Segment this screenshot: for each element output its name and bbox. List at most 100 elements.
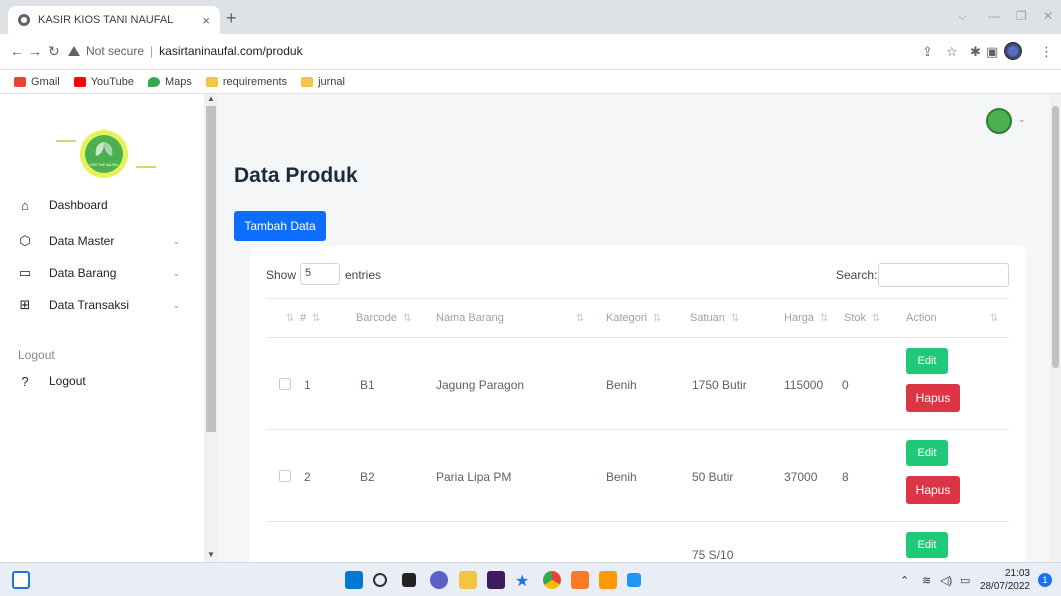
column-header-no[interactable]: # ⇅ [300, 312, 321, 324]
share-icon[interactable]: ⇪ [922, 44, 933, 60]
sidebar-section-heading: Logout [18, 348, 55, 362]
forward-icon[interactable]: → [28, 43, 42, 59]
cell-satuan: 1750 Butir [692, 378, 747, 392]
card-icon: ▭ [18, 265, 32, 280]
star-app-icon[interactable]: ★ [515, 571, 533, 590]
column-sort-icon[interactable]: ⇅ [990, 312, 998, 324]
table-row: 75 S/10 Edit [266, 522, 1009, 562]
scroll-up-icon[interactable]: ▲ [207, 94, 215, 103]
minimize-icon[interactable]: — [988, 9, 1000, 23]
cell-kategori: Benih [606, 470, 637, 484]
sidebar: KIOS TANI NAUFAL ⌂ Dashboard ⬡ Data Mast… [0, 94, 204, 562]
table-row: 1 B1 Jagung Paragon Benih 1750 Butir 115… [266, 338, 1009, 430]
cell-barcode: B2 [360, 470, 375, 484]
column-header-kategori[interactable]: Kategori ⇅ [606, 312, 661, 324]
url-text: kasirtaninaufal.com/produk [159, 44, 303, 58]
widgets-icon[interactable] [12, 571, 30, 589]
close-window-icon[interactable]: ✕ [1043, 9, 1053, 23]
column-header-action[interactable]: Action [906, 312, 937, 324]
sidebar-scrollbar[interactable]: ▲ ▼ [204, 94, 218, 562]
delete-button[interactable]: Hapus [906, 476, 960, 504]
bookmark-jurnal[interactable]: jurnal [301, 76, 345, 88]
notification-badge[interactable]: 1 [1038, 573, 1052, 587]
scroll-down-icon[interactable]: ▼ [207, 550, 215, 559]
not-secure-label: Not secure [86, 44, 145, 58]
tray-chevron-icon[interactable]: ⌃ [900, 574, 909, 587]
chevron-down-icon: ⌄ [172, 235, 180, 246]
bookmark-youtube[interactable]: YouTube [73, 76, 134, 88]
cell-harga: 37000 [784, 470, 818, 484]
column-sort-icon[interactable]: ⇅ [576, 312, 584, 324]
entries-select[interactable]: 5 [300, 263, 340, 285]
address-bar[interactable]: Not secure | kasirtaninaufal.com/produk [68, 39, 888, 63]
column-header-satuan[interactable]: Satuan ⇅ [690, 312, 739, 324]
column-header-nama-barang[interactable]: Nama Barang [436, 312, 504, 324]
column-header-stok[interactable]: Stok ⇅ [844, 312, 880, 324]
user-avatar[interactable] [986, 108, 1012, 134]
chevron-down-icon[interactable]: ⌄ [1018, 114, 1026, 125]
bookmark-star-icon[interactable]: ☆ [946, 44, 958, 60]
app-icon[interactable] [627, 573, 641, 587]
sidebar-item-dashboard[interactable]: ⌂ Dashboard [18, 194, 188, 216]
bookmark-requirements[interactable]: requirements [205, 76, 287, 88]
file-explorer-icon[interactable] [459, 571, 477, 589]
restore-icon[interactable]: ❐ [1016, 9, 1027, 23]
warning-icon [68, 46, 80, 56]
volume-icon[interactable]: ◁) [940, 574, 952, 587]
youtube-icon [73, 76, 86, 87]
table-header: ⇅ # ⇅ Barcode ⇅ Nama Barang ⇅ Kategori ⇅ Sa… [266, 298, 1009, 338]
wifi-icon[interactable]: ≋ [922, 574, 931, 587]
page-scroll-thumb[interactable] [1052, 106, 1059, 368]
gmail-icon [14, 76, 26, 87]
clock-time: 21:03 [1004, 568, 1030, 579]
sidebar-item-data-transaksi[interactable]: ⊞ Data Transaksi ⌄ [18, 294, 188, 316]
reload-icon[interactable]: ↻ [48, 43, 60, 60]
edit-button[interactable]: Edit [906, 532, 948, 558]
start-icon[interactable] [345, 571, 363, 589]
row-checkbox[interactable] [279, 470, 291, 482]
sublime-icon[interactable] [599, 571, 617, 589]
search-icon[interactable] [373, 573, 387, 587]
clock[interactable]: 21:03 28/07/2022 [978, 567, 1030, 593]
profile-avatar-icon[interactable] [1004, 42, 1022, 60]
cell-no: 1 [304, 378, 311, 392]
cell-nama-barang: Paria Lipa PM [436, 470, 512, 484]
task-view-icon[interactable] [402, 573, 416, 587]
sidebar-item-logout[interactable]: ? Logout [18, 370, 188, 392]
menu-kebab-icon[interactable]: ⋮ [1040, 44, 1053, 60]
back-icon[interactable]: ← [10, 43, 24, 59]
browser-tab[interactable]: KASIR KIOS TANI NAUFAL × [8, 6, 220, 34]
bookmark-maps[interactable]: Maps [147, 76, 192, 88]
chrome-icon[interactable] [543, 571, 561, 589]
delete-button[interactable]: Hapus [906, 384, 960, 412]
browser-tabbar: KASIR KIOS TANI NAUFAL × + ⌵ — ❐ ✕ [0, 0, 1061, 34]
cell-harga: 115000 [784, 378, 824, 392]
new-tab-button[interactable]: + [226, 8, 237, 29]
edit-button[interactable]: Edit [906, 348, 948, 374]
bookmark-gmail[interactable]: Gmail [14, 76, 60, 88]
sidebar-scroll-thumb[interactable] [206, 106, 216, 432]
kios-tani-logo[interactable]: KIOS TANI NAUFAL [56, 124, 156, 184]
extensions-icon[interactable]: ✱ [970, 44, 981, 60]
home-icon: ⌂ [21, 197, 29, 213]
column-header-barcode[interactable]: Barcode ⇅ [356, 312, 411, 324]
battery-icon[interactable]: ▭ [960, 574, 970, 587]
side-panel-icon[interactable]: ▣ [986, 44, 998, 60]
sidebar-item-data-barang[interactable]: ▭ Data Barang ⌄ [18, 262, 188, 284]
tab-close-icon[interactable]: × [202, 13, 210, 28]
chat-icon[interactable] [430, 571, 448, 589]
cell-nama-barang: Jagung Paragon [436, 378, 525, 392]
sidebar-item-data-master[interactable]: ⬡ Data Master ⌄ [18, 230, 188, 252]
row-checkbox[interactable] [279, 378, 291, 390]
cell-stok: 8 [842, 470, 849, 484]
tab-search-chevron-icon[interactable]: ⌵ [958, 9, 967, 24]
search-input[interactable] [878, 263, 1009, 287]
page-scrollbar[interactable] [1050, 94, 1061, 562]
premiere-icon[interactable] [487, 571, 505, 589]
clock-date: 28/07/2022 [979, 581, 1030, 592]
column-header-harga[interactable]: Harga ⇅ [784, 312, 828, 324]
add-data-button[interactable]: Tambah Data [234, 211, 326, 241]
xampp-icon[interactable] [571, 571, 589, 589]
column-header-select[interactable]: ⇅ [286, 312, 294, 324]
edit-button[interactable]: Edit [906, 440, 948, 466]
